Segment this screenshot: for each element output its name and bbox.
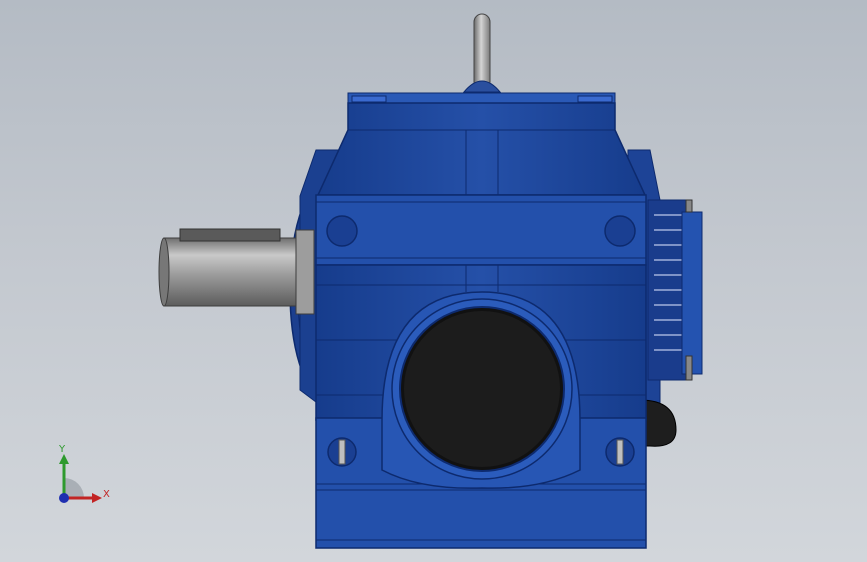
- x-axis-arrowhead: [92, 493, 102, 503]
- output-shaft: [158, 228, 315, 315]
- housing-flange-band: [315, 194, 647, 266]
- y-axis-label: Y: [58, 444, 66, 455]
- cad-viewport[interactable]: Y X: [0, 0, 867, 562]
- coordinate-triad: Y X: [58, 444, 110, 503]
- z-axis-dot: [59, 493, 69, 503]
- lifting-handle: [462, 13, 502, 93]
- output-bore: [381, 291, 581, 489]
- gear-motor-model[interactable]: [0, 0, 867, 562]
- x-axis-label: X: [103, 489, 110, 500]
- gearbox-housing-top: [316, 92, 647, 196]
- y-axis-arrowhead: [59, 454, 69, 464]
